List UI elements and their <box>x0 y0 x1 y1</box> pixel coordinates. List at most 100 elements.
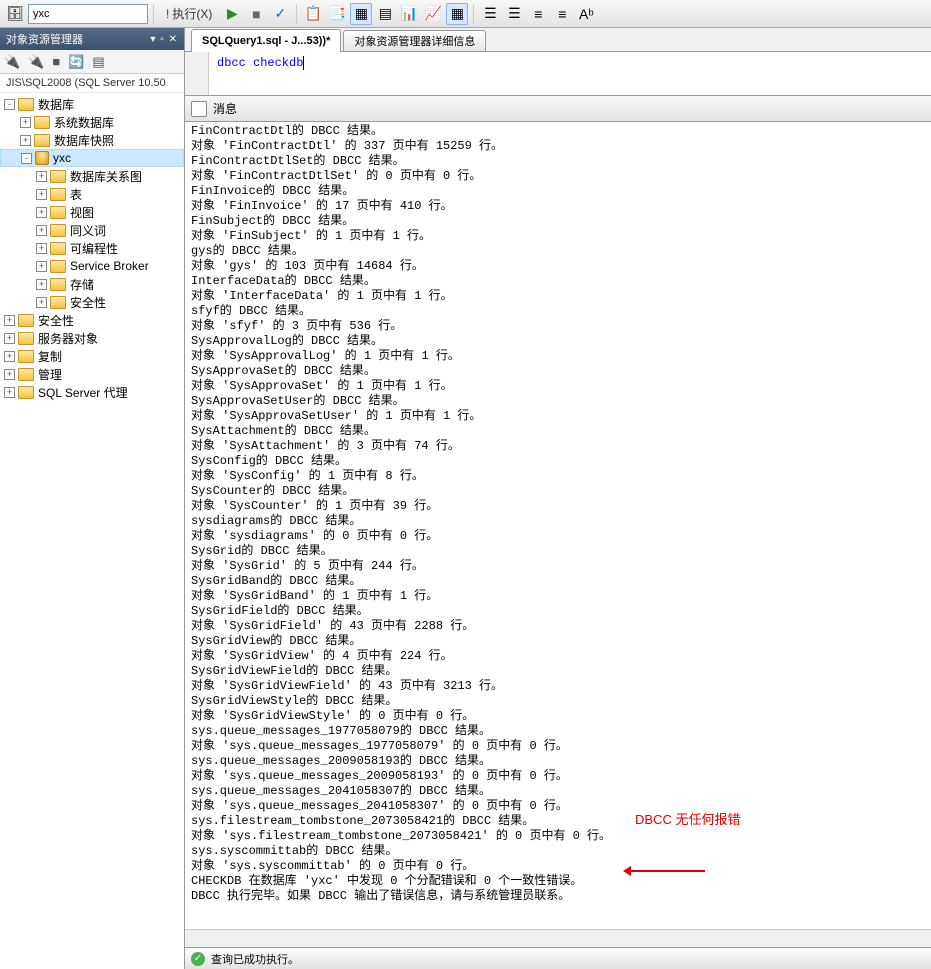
editor-gutter <box>185 52 209 95</box>
tab-sqlquery-label: SQLQuery1.sql - J...53))* <box>202 35 330 47</box>
tree-item-系统数据库[interactable]: +系统数据库 <box>0 113 184 131</box>
comment-icon[interactable]: ≡ <box>527 3 549 25</box>
result-line: 对象 'sys.queue_messages_2009058193' 的 0 页… <box>191 769 931 784</box>
sql-editor[interactable]: dbcc checkdb <box>185 52 931 96</box>
tree-item-yxc[interactable]: - yxc <box>0 149 184 167</box>
result-line: DBCC 执行完毕。如果 DBCC 输出了错误信息，请与系统管理员联系。 <box>191 889 931 904</box>
expander-icon[interactable]: + <box>36 225 47 236</box>
result-line: SysApprovaSetUser的 DBCC 结果。 <box>191 394 931 409</box>
object-explorer-controls[interactable]: ▾ ▫ ✕ <box>151 34 179 45</box>
indent-icon[interactable]: ☰ <box>479 3 501 25</box>
tree-item-复制[interactable]: +复制 <box>0 347 184 365</box>
tree-item-数据库关系图[interactable]: +数据库关系图 <box>0 167 184 185</box>
result-line: SysApprovalLog的 DBCC 结果。 <box>191 334 931 349</box>
db-icon[interactable]: 🗄 <box>4 3 26 25</box>
font-icon[interactable]: Aᵇ <box>575 3 597 25</box>
result-line: SysGridViewField的 DBCC 结果。 <box>191 664 931 679</box>
expander-icon[interactable]: + <box>36 261 47 272</box>
object-tree[interactable]: -数据库+系统数据库+数据库快照-yxc+数据库关系图+表+视图+同义词+可编程… <box>0 93 184 969</box>
horizontal-scrollbar[interactable] <box>185 929 931 947</box>
database-combo[interactable] <box>28 4 148 24</box>
result-line: 对象 'sfyf' 的 3 页中有 536 行。 <box>191 319 931 334</box>
tool5-icon[interactable]: 📊 <box>398 3 420 25</box>
server-name[interactable]: JIS\SQL2008 (SQL Server 10.50 <box>0 74 184 93</box>
tree-item-服务器对象[interactable]: +服务器对象 <box>0 329 184 347</box>
expander-icon[interactable]: + <box>4 369 15 380</box>
tree-item-存储[interactable]: + 存储 <box>0 275 184 293</box>
expander-icon[interactable]: + <box>4 315 15 326</box>
main-toolbar: 🗄 ! 执行(X) ▶ ■ ✓ 📋 📑 ▦ ▤ 📊 📈 ▦ ☰ ☰ ≡ ≡ Aᵇ <box>0 0 931 28</box>
tree-item-数据库[interactable]: -数据库 <box>0 95 184 113</box>
expander-icon[interactable]: + <box>36 171 47 182</box>
annotation-arrow <box>625 870 705 872</box>
tool6-icon[interactable]: 📈 <box>422 3 444 25</box>
tool7-icon[interactable]: ▦ <box>446 3 468 25</box>
play-icon[interactable]: ▶ <box>221 3 243 25</box>
folder-icon <box>18 368 34 381</box>
disconnect-icon[interactable]: 🔌 <box>28 54 44 70</box>
refresh-icon[interactable]: 🔄 <box>68 54 84 70</box>
folder-icon <box>50 188 66 201</box>
expander-icon[interactable]: + <box>36 189 47 200</box>
expander-icon[interactable]: + <box>36 279 47 290</box>
execute-button[interactable]: ! 执行(X) <box>159 3 219 25</box>
result-line: sfyf的 DBCC 结果。 <box>191 304 931 319</box>
expander-icon[interactable]: + <box>4 351 15 362</box>
tree-item-安全性[interactable]: +安全性 <box>0 293 184 311</box>
result-line: sys.syscommittab的 DBCC 结果。 <box>191 844 931 859</box>
expander-icon[interactable]: + <box>36 207 47 218</box>
expander-icon[interactable]: + <box>4 387 15 398</box>
result-line: sys.queue_messages_2041058307的 DBCC 结果。 <box>191 784 931 799</box>
tree-item-label: 表 <box>70 186 82 203</box>
result-line: SysApprovaSet的 DBCC 结果。 <box>191 364 931 379</box>
tree-item-视图[interactable]: +视图 <box>0 203 184 221</box>
outdent-icon[interactable]: ☰ <box>503 3 525 25</box>
tree-item-可编程性[interactable]: +可编程性 <box>0 239 184 257</box>
result-line: 对象 'sys.queue_messages_1977058079' 的 0 页… <box>191 739 931 754</box>
tree-item-label: 数据库快照 <box>54 132 114 149</box>
messages-tab[interactable]: 消息 <box>213 100 237 117</box>
folder-icon <box>18 98 34 111</box>
result-line: SysGridViewStyle的 DBCC 结果。 <box>191 694 931 709</box>
tab-sqlquery[interactable]: SQLQuery1.sql - J...53))* <box>191 29 341 52</box>
tree-item-安全性[interactable]: +安全性 <box>0 311 184 329</box>
tab-explorer-details-label: 对象资源管理器详细信息 <box>354 33 475 49</box>
debug-icon[interactable]: ■ <box>245 3 267 25</box>
object-explorer-title-text: 对象资源管理器 <box>6 31 83 47</box>
expander-icon[interactable]: + <box>36 243 47 254</box>
expander-icon[interactable]: + <box>36 297 47 308</box>
expander-icon[interactable]: + <box>4 333 15 344</box>
text-cursor <box>303 56 304 70</box>
result-line: 对象 'SysGrid' 的 5 页中有 244 行。 <box>191 559 931 574</box>
execute-label: 执行(X) <box>172 5 212 22</box>
tool2-icon[interactable]: 📑 <box>326 3 348 25</box>
expander-icon[interactable]: + <box>20 117 31 128</box>
tree-item-SQL-Server-代理[interactable]: +SQL Server 代理 <box>0 383 184 401</box>
tree-item-label: yxc <box>53 151 71 165</box>
connect-icon[interactable]: 🔌 <box>4 54 20 70</box>
tree-item-表[interactable]: +表 <box>0 185 184 203</box>
expander-icon[interactable]: - <box>4 99 15 110</box>
result-line: 对象 'FinInvoice' 的 17 页中有 410 行。 <box>191 199 931 214</box>
annotation-text: DBCC 无任何报错 <box>635 812 740 827</box>
tool1-icon[interactable]: 📋 <box>302 3 324 25</box>
filter-icon[interactable]: ▤ <box>92 54 104 70</box>
tool3-icon[interactable]: ▦ <box>350 3 372 25</box>
result-line: sys.queue_messages_1977058079的 DBCC 结果。 <box>191 724 931 739</box>
tool4-icon[interactable]: ▤ <box>374 3 396 25</box>
tree-item-同义词[interactable]: +同义词 <box>0 221 184 239</box>
tree-item-数据库快照[interactable]: + 数据库快照 <box>0 131 184 149</box>
editor-code[interactable]: dbcc checkdb <box>209 52 931 95</box>
tree-item-label: 存储 <box>70 276 94 293</box>
tree-item-管理[interactable]: +管理 <box>0 365 184 383</box>
content-area: SQLQuery1.sql - J...53))* 对象资源管理器详细信息 db… <box>185 28 931 969</box>
uncomment-icon[interactable]: ≡ <box>551 3 573 25</box>
parse-icon[interactable]: ✓ <box>269 3 291 25</box>
results-pane[interactable]: FinContractDtl的 DBCC 结果。对象 'FinContractD… <box>185 122 931 929</box>
tab-explorer-details[interactable]: 对象资源管理器详细信息 <box>343 30 486 51</box>
expander-icon[interactable]: + <box>20 135 31 146</box>
tree-item-Service-Broker[interactable]: +Service Broker <box>0 257 184 275</box>
expander-icon[interactable]: - <box>21 153 32 164</box>
stop-icon[interactable]: ■ <box>52 54 60 69</box>
status-bar: ✓ 查询已成功执行。 <box>185 947 931 969</box>
